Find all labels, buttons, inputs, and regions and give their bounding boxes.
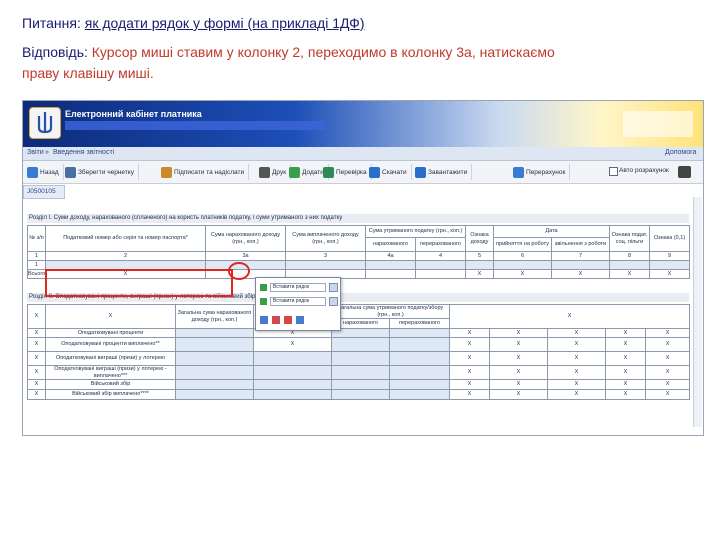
answer-colon: : [84,44,92,60]
app-header: Електронний кабінет платника [23,101,703,147]
section2-table: X X Загальна сума нарахованого доходу (г… [27,304,691,400]
delete-row-icon[interactable] [272,316,280,324]
col-num-header: № з/п [27,225,46,252]
question-colon: : [76,15,85,31]
col-withheld-acc-header: нарахованого [365,237,416,252]
add-icon [289,166,300,178]
total-label: Всього [27,269,46,279]
section1-title: Розділ І. Суми доходу, нарахованого (спл… [27,214,689,223]
highlight-column2-box [45,269,233,297]
breadcrumb-page[interactable]: Введення звітності [53,149,114,156]
download-button[interactable]: Скачати [369,164,412,180]
autocalc-label: Авто розрахунок [619,167,669,174]
col-taxid-header: Податковий номер або серія та номер пасп… [45,225,206,252]
col-priv-header: Ознака подат. соц. пільги [609,225,650,252]
table-row: X Військовий збір виплачено**** XXXXX [27,389,691,400]
vertical-scrollbar[interactable] [693,197,702,427]
answer-line1: Курсор миші ставим у колонку 2, переходи… [91,44,555,60]
table-row: X Оподатковувані проценти X XXXXX [27,328,691,338]
insert-row-icon [260,284,267,291]
download-icon [369,166,380,178]
col-withheld-trans-header: перерахованого [415,237,466,252]
printer-icon [259,166,270,178]
copy-icon[interactable] [296,316,304,324]
check-button[interactable]: Перевірка [323,164,372,180]
s2-accrued-header: Загальна сума нарахованого доходу (грн.,… [175,304,254,329]
table-row: X Оподатковувані проценти виплачено** X … [27,337,691,352]
context-item-insert-below[interactable]: Вставити рядок [260,297,338,306]
col-accrued-header: Сума нарахованого доходу (грн., коп.) [205,225,286,252]
question-text: як додати рядок у формі (на прикладі 1ДФ… [84,15,365,31]
check-icon [323,166,334,178]
paid-input[interactable] [285,260,366,270]
col-mark-header: Ознака (0,1) [649,225,690,252]
answer-block: Відповідь: Курсор миші ставим у колонку … [22,42,702,84]
trident-logo-icon [29,107,61,139]
print-icon[interactable] [678,166,691,178]
question-label: Питання [22,15,77,31]
upload-icon [415,166,426,178]
breadcrumb-home[interactable]: Звіти [27,149,44,156]
table-row: X Оподатковувані виграші (призи) у лотер… [27,351,691,366]
insert-row-icon [260,298,267,305]
context-icon-row [260,316,304,324]
chevron-down-icon[interactable] [329,297,338,306]
recalc-button[interactable]: Перерахунок [513,164,571,180]
table-row: X Оподатковувані виграші (призи) у лотер… [27,365,691,380]
colnum-row: 1 2 3а 3 4а 4 5 6 7 8 9 [27,251,690,261]
header-right-blur [623,111,693,137]
sign-send-button[interactable]: Підписати та надіслати [161,164,250,180]
print-button[interactable]: Друк [259,164,292,180]
back-button[interactable]: Назад [27,164,64,180]
save-draft-button[interactable]: Зберегти чернетку [65,164,139,180]
autocalc-checkbox[interactable] [609,167,618,176]
chevron-down-icon[interactable] [329,283,338,292]
header-banner-blur [65,121,325,130]
context-menu: Вставити рядок Вставити рядок [255,277,341,331]
back-arrow-icon [27,166,38,178]
s2-withheld-header: Загальна сума утриманого податку/збору (… [330,304,451,319]
col-fire-header: звільнення з роботи [551,237,610,252]
answer-line2: праву клавішу миші. [22,65,154,81]
screenshot-frame: Електронний кабінет платника Звіти » Вве… [22,100,704,436]
question-line: Питання: як додати рядок у формі (на при… [22,14,364,33]
tab-form[interactable]: J0500105 [23,185,65,199]
col-paid-header: Сума виплаченого доходу (грн., коп.) [285,225,366,252]
answer-label: Відповідь [22,44,84,60]
col-sign-header: Ознака доходу [465,225,494,252]
refresh-icon [513,166,524,178]
col-date-header: Дата [493,225,610,238]
sign-icon [161,166,172,178]
save-icon [65,166,76,178]
table-row: X Військовий збір XXXXX [27,379,691,390]
col-withheld-header: Сума утриманого податку (грн., коп.) [365,225,466,238]
help-link[interactable]: Допомога [665,149,696,156]
col-hire-header: прийняття на роботу [493,237,552,252]
app-title: Електронний кабінет платника [65,109,202,119]
load-button[interactable]: Завантажити [415,164,473,180]
table-icon[interactable] [260,316,268,324]
highlight-column3a-circle [228,262,250,280]
context-item-insert-above[interactable]: Вставити рядок [260,283,338,292]
breadcrumb: Звіти » Введення звітності Допомога [23,147,703,161]
delete-icon[interactable] [284,316,292,324]
toolbar: Назад Зберегти чернетку Підписати та над… [23,161,703,184]
